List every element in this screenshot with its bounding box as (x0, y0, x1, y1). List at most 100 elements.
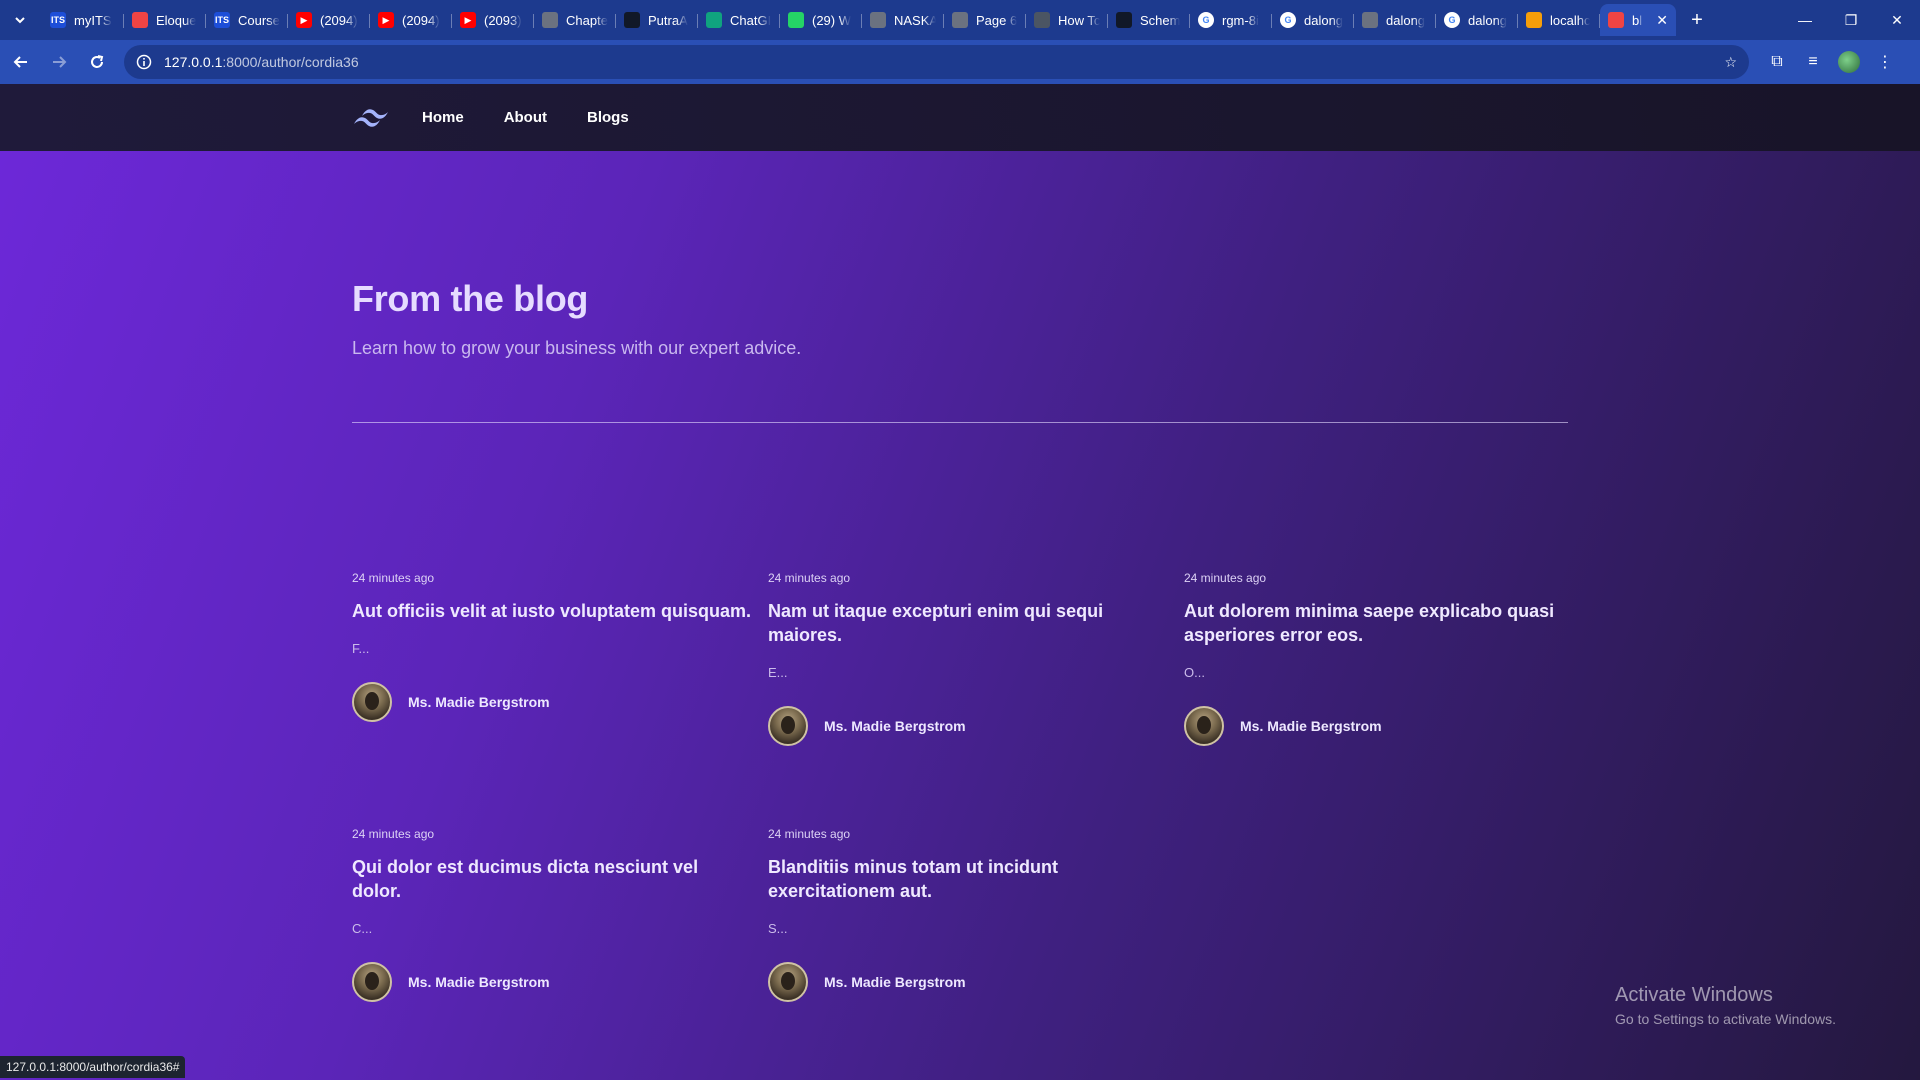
tab-item[interactable]: ChatGI (698, 4, 780, 36)
minimize-icon[interactable]: — (1782, 0, 1828, 40)
tab-item[interactable]: ITS Course (206, 4, 288, 36)
author-name[interactable]: Ms. Madie Bergstrom (408, 974, 550, 990)
post-time: 24 minutes ago (352, 571, 435, 585)
post-author[interactable]: Ms. Madie Bergstrom (352, 962, 752, 1002)
page-subtitle: Learn how to grow your business with our… (352, 338, 802, 358)
tab-item[interactable]: PutraA (616, 4, 698, 36)
arrow-right-icon (53, 56, 67, 68)
reload-button[interactable] (80, 45, 114, 79)
author-avatar (768, 962, 808, 1002)
site-info-icon[interactable] (136, 54, 152, 70)
watermark-line-1: Activate Windows (1615, 984, 1773, 1006)
tab-favicon-icon: G (1444, 12, 1460, 28)
tab-item[interactable]: How Tc (1026, 4, 1108, 36)
author-name[interactable]: Ms. Madie Bergstrom (824, 974, 966, 990)
site-navbar: Home About Blogs (0, 84, 1920, 151)
tab-item[interactable]: Schem (1108, 4, 1190, 36)
nav-link-home[interactable]: Home (422, 109, 464, 126)
tab-item[interactable]: Chapte (534, 4, 616, 36)
tab-favicon-icon (1608, 12, 1624, 28)
blog-post-card: 24 minutes ago Aut officiis velit at ius… (352, 571, 752, 722)
divider (352, 422, 1568, 423)
tab-favicon-icon (1034, 12, 1050, 28)
author-avatar (1184, 706, 1224, 746)
tab-label: myITS (74, 12, 112, 28)
media-control-icon[interactable]: ≡ (1795, 45, 1831, 79)
restore-icon[interactable]: ❐ (1828, 0, 1874, 40)
tab-item[interactable]: ▶ (2094) (370, 4, 452, 36)
post-excerpt: C... (352, 921, 373, 936)
bookmark-star-icon[interactable]: ☆ (1724, 54, 1737, 71)
back-button[interactable] (4, 45, 38, 79)
tab-favicon-icon: ITS (214, 12, 230, 28)
author-name[interactable]: Ms. Madie Bergstrom (824, 718, 966, 734)
tab-label: localhc (1550, 12, 1591, 28)
blog-post-card: 24 minutes ago Nam ut itaque excepturi e… (768, 571, 1168, 746)
tab-item[interactable]: Page 6 (944, 4, 1026, 36)
tab-label: (2094) (320, 12, 358, 28)
tab-label: PutraA (648, 12, 688, 28)
tailwind-logo-icon[interactable] (352, 106, 390, 130)
tab-item[interactable]: Gdalong (1272, 4, 1354, 36)
post-title-link[interactable]: Aut officiis velit at iusto voluptatem q… (352, 599, 752, 623)
post-author[interactable]: Ms. Madie Bergstrom (768, 962, 1168, 1002)
nav-link-about[interactable]: About (504, 109, 547, 126)
window-controls: — ❐ ✕ (1782, 0, 1920, 40)
tab-label: dalong (1386, 12, 1426, 28)
tab-label: Page 6 (976, 12, 1018, 28)
post-author[interactable]: Ms. Madie Bergstrom (1184, 706, 1584, 746)
post-title-link[interactable]: Aut dolorem minima saepe explicabo quasi… (1184, 599, 1584, 647)
tab-item[interactable]: (29) W (780, 4, 862, 36)
post-author[interactable]: Ms. Madie Bergstrom (768, 706, 1168, 746)
tab-label: (2093) (484, 12, 522, 28)
arrow-left-icon (13, 56, 27, 68)
close-window-icon[interactable]: ✕ (1874, 0, 1920, 40)
author-avatar (352, 682, 392, 722)
post-title-link[interactable]: Nam ut itaque excepturi enim qui sequi m… (768, 599, 1168, 647)
tab-item[interactable]: dalong (1354, 4, 1436, 36)
profile-avatar[interactable] (1838, 51, 1860, 73)
tab-item[interactable]: Eloque (124, 4, 206, 36)
chevron-down-icon (15, 17, 25, 24)
tab-label: rgm-8i (1222, 12, 1259, 28)
post-author[interactable]: Ms. Madie Bergstrom (352, 682, 752, 722)
tab-item[interactable]: ITS myITS (42, 4, 124, 36)
author-name[interactable]: Ms. Madie Bergstrom (408, 694, 550, 710)
tab-favicon-icon: ▶ (460, 12, 476, 28)
tab-label: Eloque (156, 12, 197, 28)
tab-label: Course (238, 12, 280, 28)
post-title-link[interactable]: Blanditiis minus totam ut incidunt exerc… (768, 855, 1168, 903)
activation-watermark: Activate Windows Go to Settings to activ… (1615, 984, 1836, 1027)
author-name[interactable]: Ms. Madie Bergstrom (1240, 718, 1382, 734)
extensions-icon[interactable]: ⧉ (1759, 45, 1795, 79)
tab-favicon-icon: ▶ (296, 12, 312, 28)
address-bar[interactable]: 127.0.0.1:8000/author/cordia36 ☆ (124, 45, 1749, 79)
tab-item[interactable]: Grgm-8i (1190, 4, 1272, 36)
tab-item[interactable]: ▶ (2093) (452, 4, 534, 36)
tab-label: How Tc (1058, 12, 1100, 28)
tab-label: Schem (1140, 12, 1181, 28)
tab-active[interactable]: bl ✕ (1600, 4, 1676, 36)
post-excerpt: F... (352, 641, 370, 656)
nav-link-blogs[interactable]: Blogs (587, 109, 629, 126)
tab-item[interactable]: NASKA (862, 4, 944, 36)
tab-search-button[interactable] (6, 6, 34, 34)
tab-label: (29) W (812, 12, 851, 28)
post-time: 24 minutes ago (768, 827, 851, 841)
tab-item[interactable]: ▶ (2094) (288, 4, 370, 36)
post-excerpt: E... (768, 665, 788, 680)
new-tab-button[interactable]: + (1682, 5, 1712, 35)
post-title-link[interactable]: Qui dolor est ducimus dicta nesciunt vel… (352, 855, 752, 903)
browser-toolbar: 127.0.0.1:8000/author/cordia36 ☆ ⧉ ≡ ⋮ (0, 40, 1920, 84)
tab-item[interactable]: Gdalong (1436, 4, 1518, 36)
tab-favicon-icon (1526, 12, 1542, 28)
post-excerpt: S... (768, 921, 788, 936)
tab-favicon-icon: ITS (50, 12, 66, 28)
web-page: Home About Blogs From the blog Learn how… (0, 84, 1920, 1080)
tab-label: ChatGI (730, 12, 772, 28)
tab-item[interactable]: localhc (1518, 4, 1600, 36)
forward-button[interactable] (42, 45, 76, 79)
close-tab-icon[interactable]: ✕ (1656, 12, 1668, 29)
tab-favicon-icon (624, 12, 640, 28)
menu-kebab-icon[interactable]: ⋮ (1867, 45, 1903, 79)
